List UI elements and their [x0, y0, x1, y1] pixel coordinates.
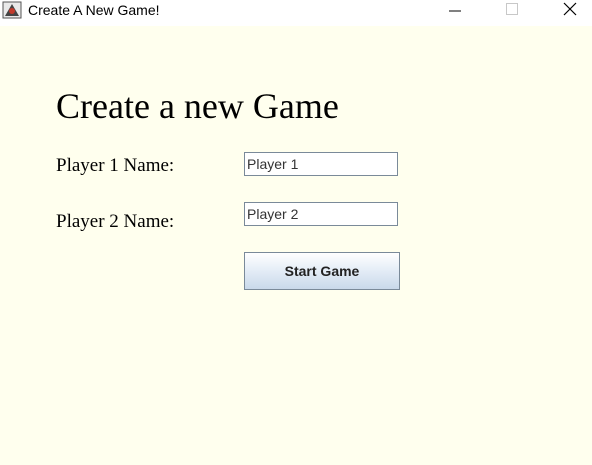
- app-card-icon[interactable]: [2, 1, 22, 19]
- game-window: Create A New Game! Create a new Game Pla…: [0, 0, 592, 465]
- title-bar[interactable]: Create A New Game!: [0, 0, 592, 26]
- maximize-button[interactable]: [489, 0, 535, 22]
- player1-name-field[interactable]: [244, 152, 398, 176]
- player1-name-label: Player 1 Name:: [56, 155, 175, 176]
- close-icon: [563, 2, 577, 21]
- player2-name-field[interactable]: [244, 202, 398, 226]
- maximize-icon: [506, 2, 518, 20]
- page-title: Create a new Game: [56, 86, 339, 126]
- window-title: Create A New Game!: [28, 2, 160, 18]
- player2-name-label: Player 2 Name:: [56, 211, 175, 232]
- minimize-icon: [449, 2, 461, 20]
- start-game-button[interactable]: Start Game: [244, 252, 400, 290]
- close-button[interactable]: [547, 0, 592, 22]
- minimize-button[interactable]: [432, 0, 478, 22]
